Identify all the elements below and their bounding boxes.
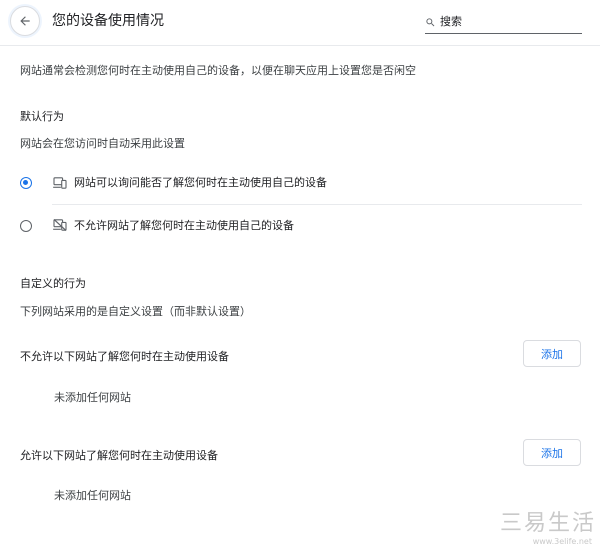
block-list-empty-text: 未添加任何网站 [54, 391, 131, 404]
watermark-url: www.3elife.net [532, 537, 592, 546]
page-description: 网站通常会检测您何时在主动使用自己的设备，以便在聊天应用上设置您是否闲空 [20, 64, 416, 77]
arrow-back-icon [20, 16, 30, 26]
back-button[interactable] [10, 6, 40, 36]
search-icon [426, 18, 435, 27]
page-title: 您的设备使用情况 [52, 13, 164, 29]
block-list-title: 不允许以下网站了解您何时在主动使用设备 [20, 350, 229, 363]
custom-behavior-subheading: 下列网站采用的是自定义设置（而非默认设置） [20, 305, 251, 318]
add-allowed-site-button[interactable]: 添加 [523, 439, 581, 466]
radio-option-allow-ask[interactable]: 网站可以询问能否了解您何时在主动使用自己的设备 [15, 165, 585, 201]
header-divider [0, 45, 600, 46]
allow-list-empty-text: 未添加任何网站 [54, 489, 131, 502]
search-input[interactable] [436, 15, 580, 30]
watermark-logo: 三易生活 [499, 511, 596, 536]
radio-button-checked[interactable] [20, 177, 32, 189]
custom-behavior-heading: 自定义的行为 [20, 277, 86, 290]
device-blocked-icon [53, 219, 67, 231]
device-active-icon [53, 177, 67, 189]
search-box[interactable] [425, 12, 582, 34]
allow-list-title: 允许以下网站了解您何时在主动使用设备 [20, 449, 218, 462]
add-blocked-site-button[interactable]: 添加 [523, 340, 581, 367]
option-label-allow-ask: 网站可以询问能否了解您何时在主动使用自己的设备 [74, 176, 327, 189]
option-label-block: 不允许网站了解您何时在主动使用自己的设备 [74, 219, 294, 232]
option-divider [52, 204, 582, 205]
radio-option-block[interactable]: 不允许网站了解您何时在主动使用自己的设备 [15, 208, 585, 244]
radio-button-unchecked[interactable] [20, 220, 32, 232]
default-behavior-subheading: 网站会在您访问时自动采用此设置 [20, 137, 185, 150]
default-behavior-heading: 默认行为 [20, 110, 64, 123]
